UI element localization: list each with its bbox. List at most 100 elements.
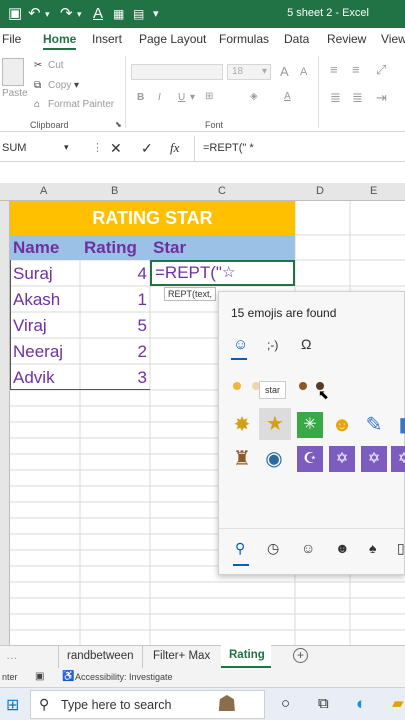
tab-file[interactable]: File bbox=[2, 32, 21, 46]
font-color-qat-icon[interactable]: A bbox=[93, 5, 103, 23]
search-icon[interactable]: ⚲ bbox=[235, 540, 245, 557]
emoji-person-star[interactable]: ♜ bbox=[229, 446, 255, 472]
column-header-a[interactable]: A bbox=[40, 185, 47, 197]
emoji-star[interactable]: ★ bbox=[259, 408, 291, 440]
kaomoji-tab-icon[interactable]: ;-) bbox=[267, 338, 278, 352]
font-name-box[interactable] bbox=[131, 64, 223, 80]
cancel-icon[interactable]: ✕ bbox=[110, 140, 122, 157]
celebration-icon[interactable]: ♠ bbox=[369, 540, 376, 556]
column-headers: A B C D E bbox=[0, 183, 405, 201]
font-color-icon[interactable]: A bbox=[284, 91, 291, 102]
people-icon[interactable]: ☻ bbox=[335, 540, 350, 556]
emoji-sparkle-box[interactable]: ✳ bbox=[297, 412, 323, 438]
column-header-d[interactable]: D bbox=[316, 185, 324, 197]
header-star[interactable]: Star bbox=[153, 236, 186, 260]
emoji-dotted-six-star[interactable]: ✡ bbox=[361, 446, 387, 472]
align-middle-icon[interactable]: ≡ bbox=[352, 62, 360, 77]
quick-icon[interactable]: ▦ bbox=[113, 5, 124, 23]
more-sheets-icon[interactable]: … bbox=[6, 650, 18, 662]
ribbon: Paste ✂ Cut ⧉ Copy ▾ ⌂ Format Painter Cl… bbox=[0, 52, 405, 132]
paste-icon[interactable] bbox=[2, 58, 24, 86]
align-center-icon[interactable]: ≣ bbox=[352, 90, 363, 106]
column-header-e[interactable]: E bbox=[370, 185, 377, 197]
borders-icon[interactable]: ⊞ bbox=[205, 91, 213, 102]
emoji-tab-icon[interactable]: ☺ bbox=[233, 336, 248, 353]
file-explorer-icon[interactable]: ▰ bbox=[392, 694, 404, 712]
header-rating[interactable]: Rating bbox=[84, 236, 137, 260]
recent-icon[interactable]: ◷ bbox=[267, 540, 279, 557]
macro-record-icon[interactable]: ▣ bbox=[35, 671, 44, 682]
paste-button[interactable]: Paste bbox=[2, 88, 28, 99]
clipboard-launcher-icon[interactable]: ⬊ bbox=[115, 120, 122, 129]
emoji-partial-2[interactable]: ✡ bbox=[391, 446, 405, 472]
enter-icon[interactable]: ✓ bbox=[141, 140, 153, 157]
emoji-shooting-star[interactable]: ✎ bbox=[361, 412, 387, 438]
sheet-tab-filter-max[interactable]: Filter+ Max bbox=[153, 650, 210, 662]
bold-button[interactable]: B bbox=[137, 92, 144, 103]
undo-dropdown-icon[interactable]: ▾ bbox=[45, 5, 50, 23]
redo-dropdown-icon[interactable]: ▾ bbox=[77, 5, 82, 23]
emoji-sparkle-burst[interactable]: ✸ bbox=[229, 412, 255, 438]
function-tooltip[interactable]: REPT(text, bbox=[164, 287, 217, 301]
copy-dropdown-icon[interactable]: ▾ bbox=[74, 80, 79, 91]
font-size-box[interactable]: 18 ▾ bbox=[227, 64, 271, 80]
align-top-icon[interactable]: ≡ bbox=[330, 62, 338, 77]
edge-icon[interactable]: ◐ bbox=[356, 694, 366, 714]
symbols-tab-icon[interactable]: Ω bbox=[301, 336, 311, 352]
banner-cell[interactable]: RATING STAR bbox=[10, 201, 295, 235]
align-left-icon[interactable]: ≣ bbox=[330, 90, 341, 106]
cortana-icon[interactable]: ○ bbox=[281, 695, 290, 712]
tab-data[interactable]: Data bbox=[284, 32, 309, 46]
underline-button[interactable]: U bbox=[178, 92, 185, 103]
header-name[interactable]: Name bbox=[13, 236, 59, 260]
skin-tone-default[interactable] bbox=[233, 382, 241, 390]
undo-icon[interactable]: ↶ bbox=[28, 5, 41, 23]
sheet-tab-bar: … randbetween Filter+ Max Rating + bbox=[0, 645, 405, 669]
copy-button[interactable]: Copy bbox=[48, 80, 71, 91]
task-view-icon[interactable]: ⧉ bbox=[318, 695, 329, 712]
name-box[interactable]: SUM bbox=[2, 142, 26, 154]
accessibility-icon[interactable]: ♿ bbox=[62, 671, 74, 682]
skin-tone-medium-dark[interactable] bbox=[299, 382, 307, 390]
underline-dropdown-icon[interactable]: ▾ bbox=[190, 92, 195, 103]
taskbar: ⊞ ⚲ Type here to search ☗ ○ ⧉ ◐ ▰ bbox=[0, 687, 405, 720]
tab-home[interactable]: Home bbox=[43, 32, 77, 50]
emoji-eye-star[interactable]: ◉ bbox=[261, 446, 287, 472]
emoji-partial[interactable]: ▮ bbox=[391, 412, 405, 438]
accessibility-status[interactable]: Accessibility: Investigate bbox=[75, 672, 173, 682]
italic-button[interactable]: I bbox=[158, 92, 161, 103]
more-category-icon[interactable]: ▯ bbox=[397, 540, 405, 557]
tab-formulas[interactable]: Formulas bbox=[219, 32, 269, 46]
sheet-tab-randbetween[interactable]: randbetween bbox=[67, 650, 134, 662]
column-header-c[interactable]: C bbox=[218, 185, 226, 197]
save-icon[interactable]: ▣ bbox=[8, 5, 22, 23]
format-painter-button[interactable]: Format Painter bbox=[48, 99, 114, 110]
tab-review[interactable]: Review bbox=[327, 32, 366, 46]
tab-page-layout[interactable]: Page Layout bbox=[139, 32, 206, 46]
formula-input[interactable]: =REPT(" * bbox=[203, 142, 254, 154]
emoji-star-crescent[interactable]: ☪ bbox=[297, 446, 323, 472]
shrink-font-icon[interactable]: A bbox=[300, 66, 307, 78]
active-cell-c3[interactable]: =REPT(" ☆ bbox=[150, 260, 295, 286]
orientation-icon[interactable]: ⤢ bbox=[376, 62, 386, 78]
tab-view[interactable]: View bbox=[381, 32, 405, 46]
cut-icon: ✂ bbox=[34, 60, 43, 71]
taskbar-search-box[interactable]: ⚲ Type here to search ☗ bbox=[30, 690, 265, 719]
emoji-star-struck[interactable]: ☻ bbox=[329, 412, 355, 438]
column-header-b[interactable]: B bbox=[111, 185, 118, 197]
name-box-dropdown-icon[interactable]: ▾ bbox=[64, 142, 69, 153]
tab-insert[interactable]: Insert bbox=[92, 32, 122, 46]
add-sheet-icon[interactable]: + bbox=[293, 648, 308, 663]
quick-icon-2[interactable]: ▤ bbox=[133, 5, 144, 23]
grow-font-icon[interactable]: A bbox=[280, 64, 289, 79]
smiley-icon[interactable]: ☺ bbox=[301, 540, 315, 556]
fill-color-icon[interactable]: ◈ bbox=[250, 91, 258, 102]
active-sheet-tab[interactable]: Rating bbox=[221, 645, 271, 668]
customize-qat-icon[interactable]: ▾ bbox=[153, 5, 159, 23]
redo-icon[interactable]: ↷ bbox=[60, 5, 73, 23]
indent-icon[interactable]: ⇥ bbox=[376, 90, 387, 106]
windows-start-icon[interactable]: ⊞ bbox=[6, 695, 19, 715]
emoji-star-of-david[interactable]: ✡ bbox=[329, 446, 355, 472]
cut-button[interactable]: Cut bbox=[48, 60, 64, 71]
insert-function-icon[interactable]: fx bbox=[170, 140, 179, 156]
